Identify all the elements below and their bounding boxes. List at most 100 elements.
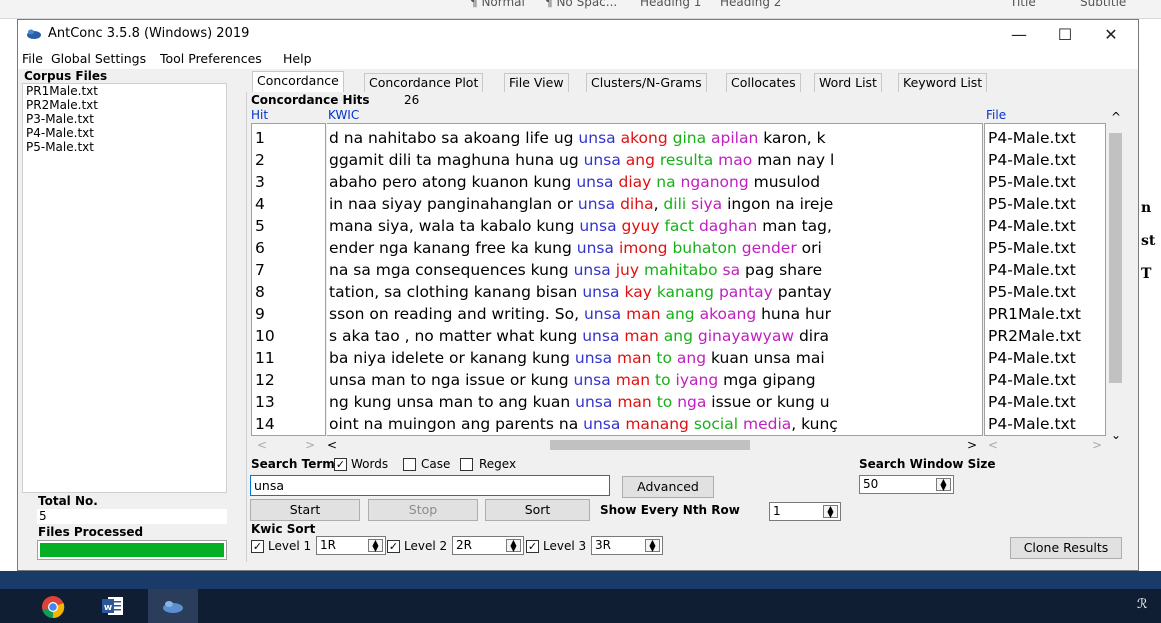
tab-word-list[interactable]: Word List: [814, 73, 882, 92]
spinner-arrows-icon[interactable]: ▲ ▼: [368, 539, 383, 553]
kwic-scroll-thumb[interactable]: [550, 440, 750, 450]
menu-tool-preferences[interactable]: Tool Preferences: [160, 51, 262, 66]
kwic-line[interactable]: abaho pero atong kuanon kung unsa diay n…: [329, 171, 820, 193]
kwic-line[interactable]: tation, sa clothing kanang bisan unsa ka…: [329, 281, 832, 303]
hit-number[interactable]: 12: [255, 369, 275, 391]
hit-number[interactable]: 7: [255, 259, 265, 281]
kwic-line[interactable]: ng kung unsa man to ang kuan unsa man to…: [329, 391, 830, 413]
hit-file-name[interactable]: P4-Male.txt: [988, 347, 1076, 369]
tab-clusters-ngrams[interactable]: Clusters/N-Grams: [586, 73, 707, 92]
tab-collocates[interactable]: Collocates: [726, 73, 801, 92]
kwic-line[interactable]: mana siya, wala ta kabalo kung unsa gyuy…: [329, 215, 832, 237]
spinner-arrows-icon[interactable]: ▲ ▼: [506, 539, 521, 553]
hit-number[interactable]: 6: [255, 237, 265, 259]
kwic-line[interactable]: in naa siyay panginahanglan or unsa diha…: [329, 193, 833, 215]
hit-file-name[interactable]: P4-Male.txt: [988, 391, 1076, 413]
spinner-arrows-icon[interactable]: ▲ ▼: [936, 478, 951, 492]
kwic-line[interactable]: ggamit dili ta maghuna huna ug unsa ang …: [329, 149, 834, 171]
hit-column-header[interactable]: Hit: [251, 108, 268, 122]
minimize-button[interactable]: —: [996, 20, 1042, 49]
level2-spinner[interactable]: 2R ▲ ▼: [452, 536, 524, 555]
spinner-arrows-icon[interactable]: ▲ ▼: [645, 539, 660, 553]
file-list[interactable]: P4-Male.txt P4-Male.txt P5-Male.txt P5-Male…: [984, 123, 1106, 436]
corpus-file-item[interactable]: P3-Male.txt: [26, 112, 94, 126]
words-checkbox[interactable]: ✓: [334, 458, 347, 471]
corpus-file-item[interactable]: P4-Male.txt: [26, 126, 94, 140]
scroll-right-icon[interactable]: >: [967, 438, 977, 452]
people-icon[interactable]: ℛ: [1137, 597, 1147, 612]
hit-number[interactable]: 8: [255, 281, 265, 303]
hit-number[interactable]: 9: [255, 303, 265, 325]
start-button[interactable]: Start: [250, 499, 360, 521]
case-checkbox[interactable]: [403, 458, 416, 471]
hit-number[interactable]: 2: [255, 149, 265, 171]
hit-file-name[interactable]: P4-Male.txt: [988, 127, 1076, 149]
search-window-size-spinner[interactable]: 50 ▲ ▼: [859, 475, 954, 494]
level3-checkbox[interactable]: ✓: [526, 540, 539, 553]
vertical-scrollbar[interactable]: ^ ⌄: [1107, 108, 1124, 448]
hit-horizontal-scrollbar[interactable]: < >: [251, 438, 326, 452]
hit-file-name[interactable]: P5-Male.txt: [988, 237, 1076, 259]
file-column-header[interactable]: File: [986, 108, 1006, 122]
kwic-line[interactable]: na sa mga consequences kung unsa juy mah…: [329, 259, 822, 281]
hit-number[interactable]: 4: [255, 193, 265, 215]
menu-help[interactable]: Help: [283, 51, 312, 66]
hit-file-name[interactable]: P4-Male.txt: [988, 215, 1076, 237]
hit-file-name[interactable]: P4-Male.txt: [988, 149, 1076, 171]
scroll-right-icon[interactable]: >: [1092, 438, 1102, 452]
kwic-line[interactable]: sson on reading and writing. So, unsa ma…: [329, 303, 831, 325]
scroll-down-icon[interactable]: ⌄: [1111, 428, 1121, 442]
hit-file-name[interactable]: P4-Male.txt: [988, 369, 1076, 391]
scroll-left-icon[interactable]: <: [327, 438, 337, 452]
kwic-line[interactable]: oint na muingon ang parents na unsa mana…: [329, 413, 838, 435]
file-horizontal-scrollbar[interactable]: < >: [984, 438, 1106, 452]
kwic-line[interactable]: unsa man to nga issue or kung unsa man t…: [329, 369, 816, 391]
hit-number[interactable]: 13: [255, 391, 275, 413]
corpus-file-item[interactable]: P5-Male.txt: [26, 140, 94, 154]
level2-checkbox[interactable]: ✓: [387, 540, 400, 553]
tab-keyword-list[interactable]: Keyword List: [898, 73, 988, 92]
hit-number[interactable]: 1: [255, 127, 265, 149]
hit-file-name[interactable]: P5-Male.txt: [988, 193, 1076, 215]
word-icon[interactable]: w: [102, 596, 124, 616]
tab-file-view[interactable]: File View: [504, 73, 569, 92]
hit-file-name[interactable]: P5-Male.txt: [988, 281, 1076, 303]
kwic-line[interactable]: ender nga kanang free ka kung unsa imong…: [329, 237, 822, 259]
hit-file-name[interactable]: PR2Male.txt: [988, 325, 1081, 347]
kwic-line[interactable]: ba niya idelete or kanang kung unsa man …: [329, 347, 825, 369]
scroll-up-icon[interactable]: ^: [1111, 110, 1121, 124]
tab-concordance[interactable]: Concordance: [252, 71, 344, 93]
regex-checkbox[interactable]: [460, 458, 473, 471]
menu-global-settings[interactable]: Global Settings: [51, 51, 146, 66]
hit-file-name[interactable]: P4-Male.txt: [988, 413, 1076, 435]
corpus-file-item[interactable]: PR1Male.txt: [26, 84, 98, 98]
kwic-line[interactable]: s aka tao , no matter what kung unsa man…: [329, 325, 829, 347]
search-term-input[interactable]: unsa: [250, 475, 610, 496]
hit-number[interactable]: 5: [255, 215, 265, 237]
kwic-line[interactable]: d na nahitabo sa akoang life ug unsa ako…: [329, 127, 826, 149]
hit-number[interactable]: 3: [255, 171, 265, 193]
spinner-arrows-icon[interactable]: ▲ ▼: [823, 505, 838, 519]
chrome-icon[interactable]: [41, 595, 65, 619]
tab-concordance-plot[interactable]: Concordance Plot: [364, 73, 484, 92]
hit-number[interactable]: 11: [255, 347, 275, 369]
kwic-column-header[interactable]: KWIC: [328, 108, 359, 122]
hit-number-list[interactable]: 1 2 3 4 5 6 7 8 9 10 11 12 13 14: [251, 123, 326, 436]
advanced-button[interactable]: Advanced: [622, 476, 714, 498]
corpus-file-list[interactable]: PR1Male.txt PR2Male.txt P3-Male.txt P4-M…: [22, 83, 227, 493]
corpus-file-item[interactable]: PR2Male.txt: [26, 98, 98, 112]
hit-file-name[interactable]: P4-Male.txt: [988, 259, 1076, 281]
kwic-list[interactable]: d na nahitabo sa akoang life ug unsa ako…: [327, 123, 983, 436]
nth-row-spinner[interactable]: 1 ▲ ▼: [769, 502, 841, 521]
maximize-button[interactable]: ☐: [1042, 20, 1088, 49]
close-button[interactable]: ✕: [1088, 20, 1134, 49]
vertical-scroll-thumb[interactable]: [1109, 133, 1122, 383]
hit-number[interactable]: 14: [255, 413, 275, 435]
level1-checkbox[interactable]: ✓: [251, 540, 264, 553]
hit-number[interactable]: 10: [255, 325, 275, 347]
stop-button[interactable]: Stop: [368, 499, 478, 521]
scroll-left-icon[interactable]: <: [257, 438, 267, 452]
scroll-right-icon[interactable]: >: [305, 438, 315, 452]
kwic-horizontal-scrollbar[interactable]: < >: [327, 438, 983, 452]
antconc-taskbar-item[interactable]: [148, 589, 198, 623]
